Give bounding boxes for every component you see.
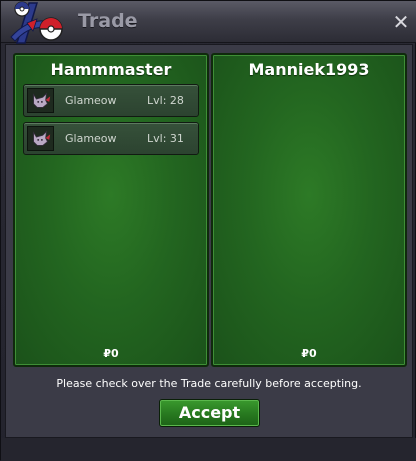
right-trader-name: Manniek1993 <box>248 60 370 79</box>
item-name: Glameow <box>65 132 117 145</box>
accept-button[interactable]: Accept <box>159 399 260 427</box>
left-money: ₽0 <box>103 347 119 360</box>
trade-item-row[interactable]: Glameow Lvl: 28 <box>23 84 199 117</box>
glameow-sprite-icon <box>27 88 54 113</box>
title-bar[interactable]: Trade ✕ <box>1 1 416 44</box>
left-trader-name: Hammmaster <box>50 60 172 79</box>
item-level: Lvl: 28 <box>147 94 184 107</box>
item-level: Lvl: 31 <box>147 132 184 145</box>
window-title: Trade <box>78 10 138 32</box>
item-name: Glameow <box>65 94 117 107</box>
pokeball-logo-icon <box>10 1 63 44</box>
glameow-sprite-icon <box>27 126 54 151</box>
window-footer <box>1 438 416 461</box>
trade-notice: Please check over the Trade carefully be… <box>56 377 362 390</box>
left-trade-panel: Hammmaster Glameow Lvl: 28 Glameow Lvl: … <box>13 53 209 367</box>
trade-item-row[interactable]: Glameow Lvl: 31 <box>23 122 199 155</box>
trade-window: Trade ✕ Hammmaster Glameow Lvl: 28 Glame… <box>0 0 416 461</box>
right-trade-panel: Manniek1993 ₽0 <box>211 53 407 367</box>
right-money: ₽0 <box>301 347 317 360</box>
close-button[interactable]: ✕ <box>391 11 411 33</box>
